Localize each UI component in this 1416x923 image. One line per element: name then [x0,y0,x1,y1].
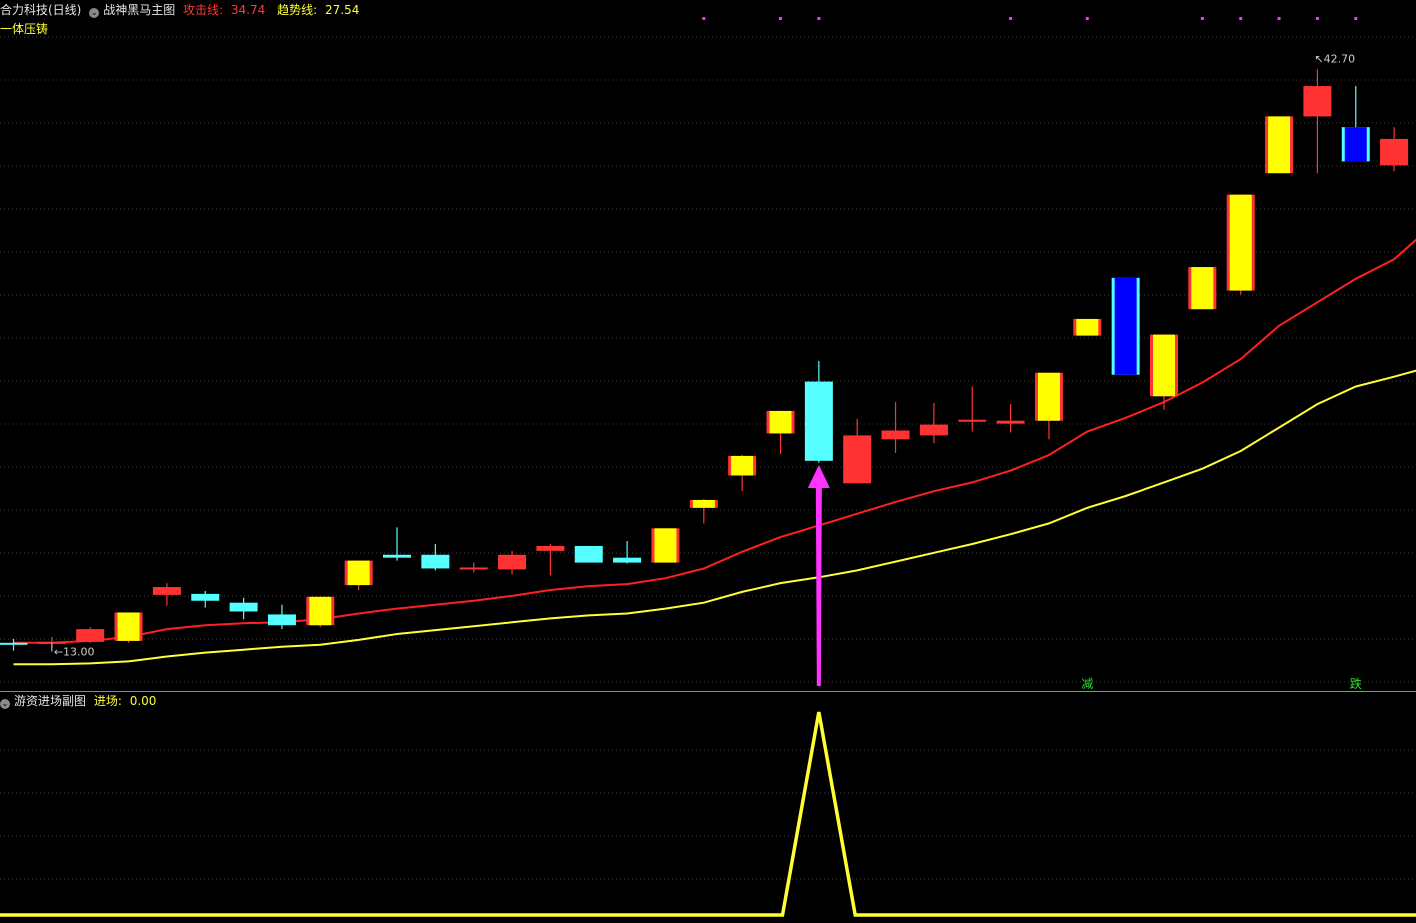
signal-marker: 跌 [1350,676,1362,691]
candle-body [498,555,526,570]
signal-marker: 减 [1081,677,1093,691]
candle-body [1345,127,1367,161]
candle-body [805,382,833,461]
main-indicator-name[interactable]: 战神黑马主图 [103,3,175,17]
candle-body [1115,278,1137,375]
trend-line [14,366,1416,664]
candle-body [958,420,986,422]
candle-body [1230,195,1252,291]
candle-body [882,430,910,439]
candle-body [460,567,488,569]
signal-dot [702,17,705,20]
candle-body [654,528,676,562]
chart-svg: ←13.00 ↖42.70 减 跌 [0,0,1416,919]
entry-value: 0.00 [130,694,157,708]
candle-body [191,594,219,601]
candle-body [230,603,258,612]
trend-value: 27.54 [325,3,359,17]
attack-label-text: 攻击线: [183,3,223,17]
stock-name: 合力科技(日线) [0,3,81,17]
entry-label: 进场: 0.00 [94,694,161,708]
candle-body [920,425,948,436]
candle-body [575,546,603,563]
candle-body [0,643,28,645]
candle-body [1191,267,1213,309]
signal-dot [1316,17,1319,20]
candle-body [76,629,104,642]
candle-body [613,558,641,563]
signal-dot [1086,17,1089,20]
candle-body [770,411,792,434]
high-price-label: ↖42.70 [1314,52,1355,65]
candle-body [1303,86,1331,116]
attack-value: 34.74 [231,3,265,17]
candle-body [997,421,1025,424]
candle-body [731,456,753,476]
candle-body [1380,139,1408,165]
attack-line-label: 攻击线: 34.74 [183,3,269,17]
main-header: 合力科技(日线) ⌄ 战神黑马主图 攻击线: 34.74 趋势线: 27.54 [0,1,367,19]
sub-header: ⌄ 游资进场副图 进场: 0.00 [0,692,164,710]
candle-body [118,612,140,640]
candle-body [1038,373,1060,421]
candle-body [1076,319,1098,336]
signal-dot [779,17,782,20]
signal-dot [1278,17,1281,20]
candle-body [421,555,449,569]
candle-body [843,435,871,483]
signal-dot [1354,17,1357,20]
candle-body [153,587,181,595]
candle-body [1153,335,1175,397]
chevron-down-icon[interactable]: ⌄ [0,699,10,709]
signal-dot [1239,17,1242,20]
low-price-label: ←13.00 [54,646,95,659]
signal-dot [1201,17,1204,20]
sub-indicator-name[interactable]: 游资进场副图 [14,694,86,708]
entry-label-text: 进场: [94,694,122,708]
candle-body [693,500,715,508]
chart-stage: ←13.00 ↖42.70 减 跌 合力科技(日线) ⌄ 战神黑马主图 攻击线: 34.… [0,0,1416,919]
signal-dot [1009,17,1012,20]
chevron-down-icon[interactable]: ⌄ [89,8,99,18]
entry-line [0,712,1416,915]
trend-label-text: 趋势线: [277,3,317,17]
sector-subtitle: 一体压铸 [0,20,48,38]
candle-body [383,555,411,558]
candle-body [268,614,296,625]
candle-body [309,597,331,625]
candle-body [1268,116,1290,173]
candle-body [536,546,564,551]
candle-body [348,561,370,585]
signal-dot [817,17,820,20]
trend-line-label: 趋势线: 27.54 [277,3,363,17]
